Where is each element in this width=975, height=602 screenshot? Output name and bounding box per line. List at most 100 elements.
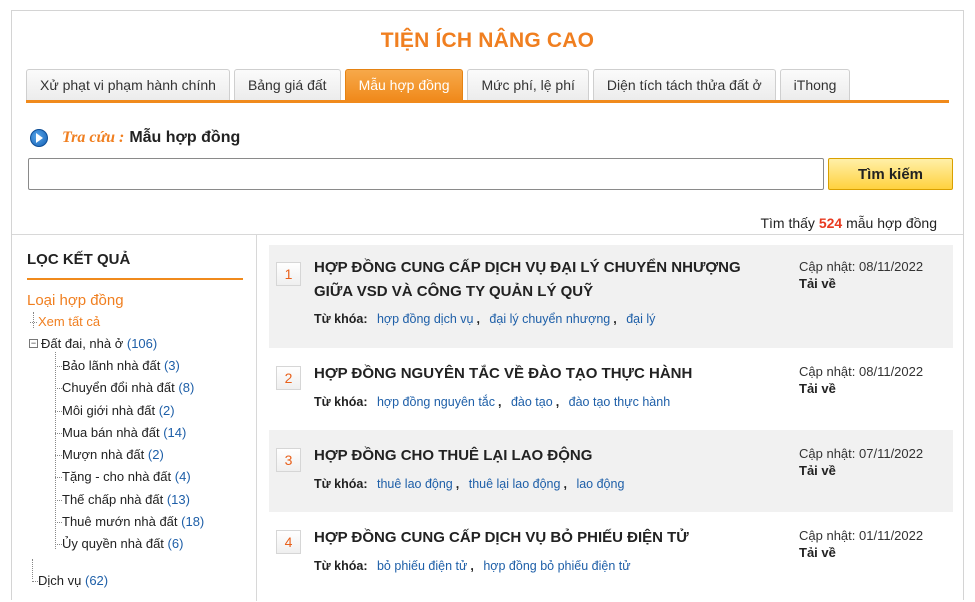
- tab-dien-tich-tach-thua[interactable]: Diện tích tách thửa đất ở: [592, 69, 776, 100]
- tab-underline: [26, 100, 949, 103]
- tree-leaf-count: (2): [147, 447, 164, 463]
- tree-leaf-bao-lanh[interactable]: Bảo lãnh nhà đất (3): [34, 356, 234, 378]
- lookup-arrow-icon: [28, 127, 56, 149]
- tree-node-dich-vu[interactable]: Dịch vụ (62): [31, 573, 109, 588]
- tree-node-label[interactable]: Dịch vụ: [38, 573, 81, 588]
- item-meta: Cập nhật: 07/11/2022 Tải về: [799, 446, 923, 478]
- tab-mau-hop-dong[interactable]: Mẫu hợp đồng: [344, 69, 464, 100]
- item-title-link[interactable]: HỢP ĐỒNG CUNG CẤP DỊCH VỤ ĐẠI LÝ CHUYỂN …: [314, 256, 774, 304]
- download-link[interactable]: Tải về: [799, 276, 923, 291]
- filter-sidebar: LỌC KẾT QUẢ Loại hợp đồng Xem tất cả − Đ…: [12, 235, 257, 601]
- updated-label: Cập nhật:: [799, 528, 856, 543]
- keyword-link[interactable]: bỏ phiếu điện tử: [377, 559, 467, 573]
- updated-date: 08/11/2022: [859, 259, 924, 274]
- collapse-icon[interactable]: −: [29, 339, 38, 348]
- keyword-link[interactable]: thuê lại lao động: [469, 477, 561, 491]
- tree-leaf-label[interactable]: Chuyển đổi nhà đất: [62, 380, 175, 395]
- keyword-label: Từ khóa:: [314, 559, 368, 573]
- tree-leaf-count: (8): [178, 380, 195, 396]
- keyword-label: Từ khóa:: [314, 312, 368, 326]
- keyword-link[interactable]: thuê lao động: [377, 477, 453, 491]
- result-count-suffix: mẫu hợp đồng: [846, 215, 937, 231]
- item-title-link[interactable]: HỢP ĐỒNG CHO THUÊ LẠI LAO ĐỘNG: [314, 444, 774, 468]
- tab-xu-phat[interactable]: Xử phạt vi phạm hành chính: [26, 69, 230, 100]
- keyword-link[interactable]: lao động: [576, 477, 624, 491]
- keyword-link[interactable]: đại lý chuyển nhượng: [489, 312, 610, 326]
- tree-leaf-count: (6): [167, 536, 184, 552]
- filter-heading: Loại hợp đồng: [27, 292, 124, 309]
- search-button[interactable]: Tìm kiếm: [828, 158, 953, 190]
- tree-leaf-chuyen-doi[interactable]: Chuyển đổi nhà đất (8): [34, 378, 234, 400]
- view-all-link[interactable]: Xem tất cả: [29, 314, 100, 329]
- tab-bang-gia-dat[interactable]: Bảng giá đất: [233, 69, 341, 100]
- keyword-row: Từ khóa: hợp đồng nguyên tắc, đào tạo, đ…: [314, 395, 671, 409]
- updated-label: Cập nhật:: [799, 259, 856, 274]
- tree-node-count: (62): [84, 573, 109, 588]
- result-count: Tìm thấy 524 mẫu hợp đồng: [760, 215, 937, 231]
- updated-date: 07/11/2022: [859, 446, 924, 461]
- tree-leaf-label[interactable]: Tặng - cho nhà đất: [62, 469, 171, 484]
- item-meta: Cập nhật: 08/11/2022 Tải về: [799, 259, 923, 291]
- tree-leaf-tang-cho[interactable]: Tặng - cho nhà đất (4): [34, 467, 234, 489]
- updated-label: Cập nhật:: [799, 364, 856, 379]
- item-number: 1: [276, 262, 301, 286]
- tree-node-label[interactable]: Đất đai, nhà ở: [41, 336, 123, 351]
- page-title: TIỆN ÍCH NÂNG CAO: [380, 29, 595, 52]
- tree-leaf-label[interactable]: Mua bán nhà đất: [62, 425, 160, 440]
- tree-leaf-moi-gioi[interactable]: Môi giới nhà đất (2): [34, 401, 234, 423]
- search-header: Tra cứu : Mẫu hợp đồng: [28, 127, 240, 149]
- tree-leaf-the-chap[interactable]: Thế chấp nhà đất (13): [34, 490, 234, 512]
- tree-leaf-mua-ban[interactable]: Mua bán nhà đất (14): [34, 423, 234, 445]
- item-meta: Cập nhật: 08/11/2022 Tải về: [799, 364, 923, 396]
- download-link[interactable]: Tải về: [799, 381, 923, 396]
- sidebar-title: LỌC KẾT QUẢ: [27, 251, 131, 268]
- tab-muc-phi[interactable]: Mức phí, lệ phí: [467, 69, 589, 100]
- tree-leaf-label[interactable]: Môi giới nhà đất: [62, 403, 155, 418]
- keyword-link[interactable]: hợp đồng bỏ phiếu điện tử: [483, 559, 630, 573]
- keyword-link[interactable]: đào tạo thực hành: [569, 395, 671, 409]
- tree-leaf-muon[interactable]: Mượn nhà đất (2): [34, 445, 234, 467]
- download-link[interactable]: Tải về: [799, 545, 923, 560]
- keyword-link[interactable]: đại lý: [626, 312, 655, 326]
- list-item: 1 HỢP ĐỒNG CUNG CẤP DỊCH VỤ ĐẠI LÝ CHUYỂ…: [269, 245, 953, 348]
- lookup-label: Tra cứu :: [62, 129, 125, 146]
- updated-date: 08/11/2022: [859, 364, 924, 379]
- tree-leaf-label[interactable]: Thế chấp nhà đất: [62, 492, 163, 507]
- updated-label: Cập nhật:: [799, 446, 856, 461]
- tree-node-dat-dai[interactable]: − Đất đai, nhà ở (106): [29, 336, 157, 351]
- keyword-label: Từ khóa:: [314, 395, 368, 409]
- tree-leaf-label[interactable]: Thuê mướn nhà đất: [62, 514, 178, 529]
- tree-leaf-uy-quyen[interactable]: Ủy quyền nhà đất (6): [34, 534, 234, 556]
- item-title-link[interactable]: HỢP ĐỒNG NGUYÊN TẮC VỀ ĐÀO TẠO THỰC HÀNH: [314, 362, 774, 386]
- tree-leaf-count: (4): [174, 469, 191, 485]
- tree-node-count: (106): [126, 336, 158, 351]
- keyword-link[interactable]: đào tạo: [511, 395, 553, 409]
- keyword-link[interactable]: hợp đồng nguyên tắc: [377, 395, 495, 409]
- item-number: 3: [276, 448, 301, 472]
- tree-leaf-label[interactable]: Ủy quyền nhà đất: [62, 536, 164, 551]
- tree-leaf-label[interactable]: Bảo lãnh nhà đất: [62, 358, 160, 373]
- item-number: 4: [276, 530, 301, 554]
- tab-bar: Xử phạt vi phạm hành chính Bảng giá đất …: [26, 69, 854, 101]
- tree-leaf-label[interactable]: Mượn nhà đất: [62, 447, 144, 462]
- item-meta: Cập nhật: 01/11/2022 Tải về: [799, 528, 923, 560]
- search-input[interactable]: [28, 158, 824, 190]
- item-number: 2: [276, 366, 301, 390]
- item-title-link[interactable]: HỢP ĐỒNG CUNG CẤP DỊCH VỤ BỎ PHIẾU ĐIỆN …: [314, 526, 774, 550]
- tree-leaf-count: (14): [163, 424, 187, 440]
- sidebar-rule: [27, 278, 243, 280]
- tree-children: Bảo lãnh nhà đất (3) Chuyển đổi nhà đất …: [34, 352, 234, 557]
- list-item: 3 HỢP ĐỒNG CHO THUÊ LẠI LAO ĐỘNG Từ khóa…: [269, 430, 953, 512]
- tree-leaf-thue-muon[interactable]: Thuê mướn nhà đất (18): [34, 512, 234, 534]
- list-item: 2 HỢP ĐỒNG NGUYÊN TẮC VỀ ĐÀO TẠO THỰC HÀ…: [269, 348, 953, 430]
- tree-leaf-count: (2): [158, 402, 175, 418]
- download-link[interactable]: Tải về: [799, 463, 923, 478]
- keyword-row: Từ khóa: thuê lao động, thuê lại lao độn…: [314, 477, 625, 491]
- list-item: 4 HỢP ĐỒNG CUNG CẤP DỊCH VỤ BỎ PHIẾU ĐIỆ…: [269, 512, 953, 602]
- keyword-row: Từ khóa: hợp đồng dịch vụ, đại lý chuyển…: [314, 312, 656, 326]
- tab-ithong[interactable]: iThong: [779, 69, 851, 100]
- lookup-title: Mẫu hợp đồng: [129, 129, 241, 146]
- updated-date: 01/11/2022: [859, 528, 924, 543]
- keyword-link[interactable]: hợp đồng dịch vụ: [377, 312, 473, 326]
- result-count-prefix: Tìm thấy: [760, 215, 815, 231]
